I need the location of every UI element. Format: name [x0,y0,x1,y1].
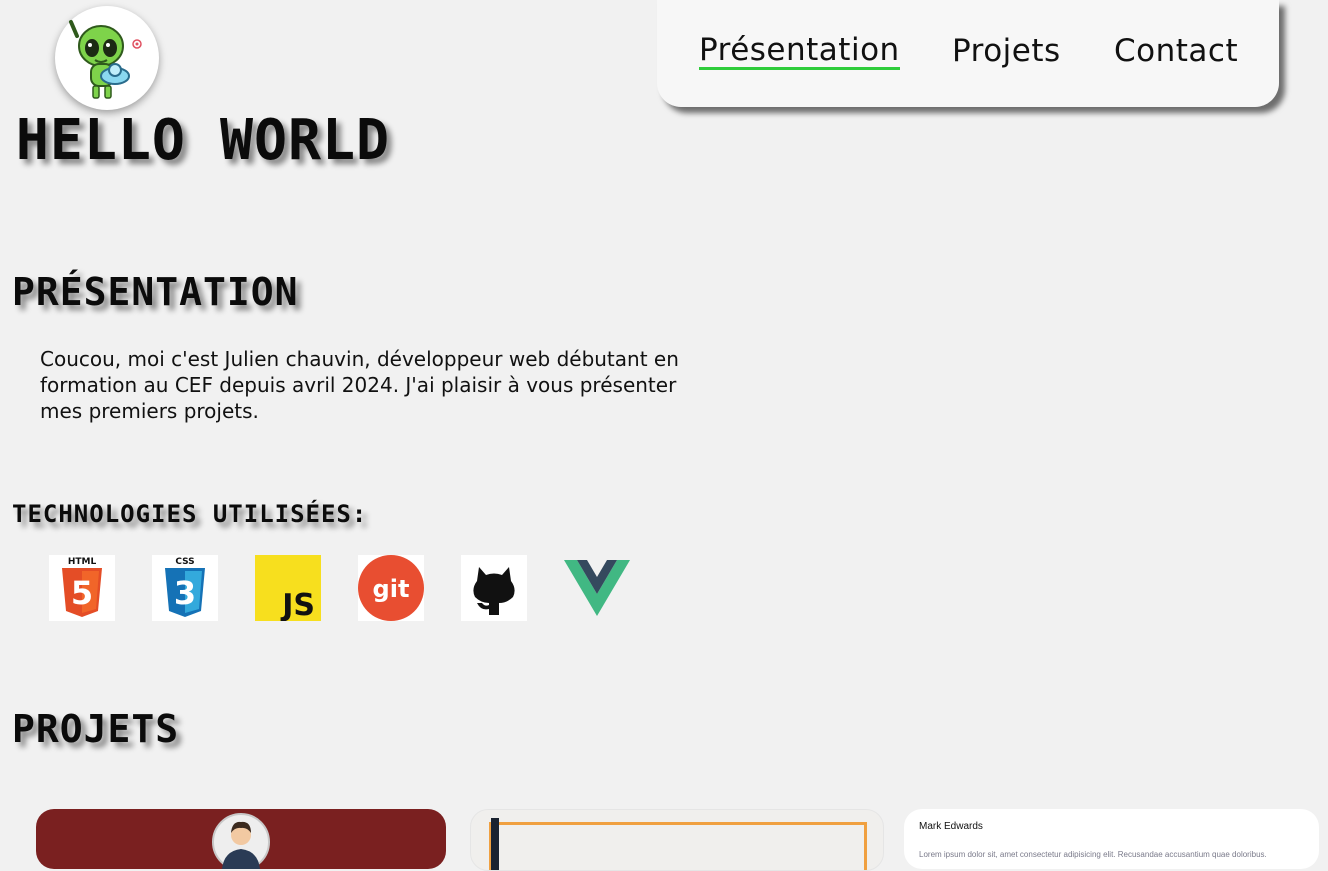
presentation-text: Coucou, moi c'est Julien chauvin, dévelo… [40,347,679,423]
card-author-name: Mark Edwards [919,821,983,832]
preview-sidebar [491,818,499,870]
css3-icon: CSS 3 [152,555,218,621]
projets-heading: PROJETS [12,707,180,751]
svg-text:JS: JS [280,588,315,621]
nav-link-projets[interactable]: Projets [952,33,1061,69]
svg-text:3: 3 [174,574,196,612]
hero-title: HELLO WORLD [15,108,391,173]
github-icon [461,555,527,621]
nav-bar: Présentation Projets Contact [657,0,1279,107]
logo[interactable] [55,6,159,110]
svg-text:5: 5 [71,574,93,612]
technologies-heading: TECHNOLOGIES UTILISÉES: [12,500,368,528]
alien-mascot-icon [69,20,142,99]
javascript-icon: JS [255,555,321,623]
nav-link-contact[interactable]: Contact [1114,33,1238,69]
avatar [212,813,270,869]
presentation-heading: PRÉSENTATION [12,270,299,314]
card-text: Lorem ipsum dolor sit, amet consectetur … [919,850,1267,859]
project-card-3[interactable]: Mark Edwards Lorem ipsum dolor sit, amet… [904,809,1319,869]
git-icon: git [358,555,424,621]
project-card-2[interactable] [470,809,884,871]
nav-link-presentation[interactable]: Présentation [699,33,900,70]
preview-frame [489,822,867,870]
project-card-1[interactable] [36,809,446,869]
svg-text:CSS: CSS [175,557,194,567]
svg-text:git: git [373,575,410,603]
svg-text:HTML: HTML [68,557,97,567]
html5-icon: HTML 5 [49,555,115,621]
vue-icon [564,555,630,621]
